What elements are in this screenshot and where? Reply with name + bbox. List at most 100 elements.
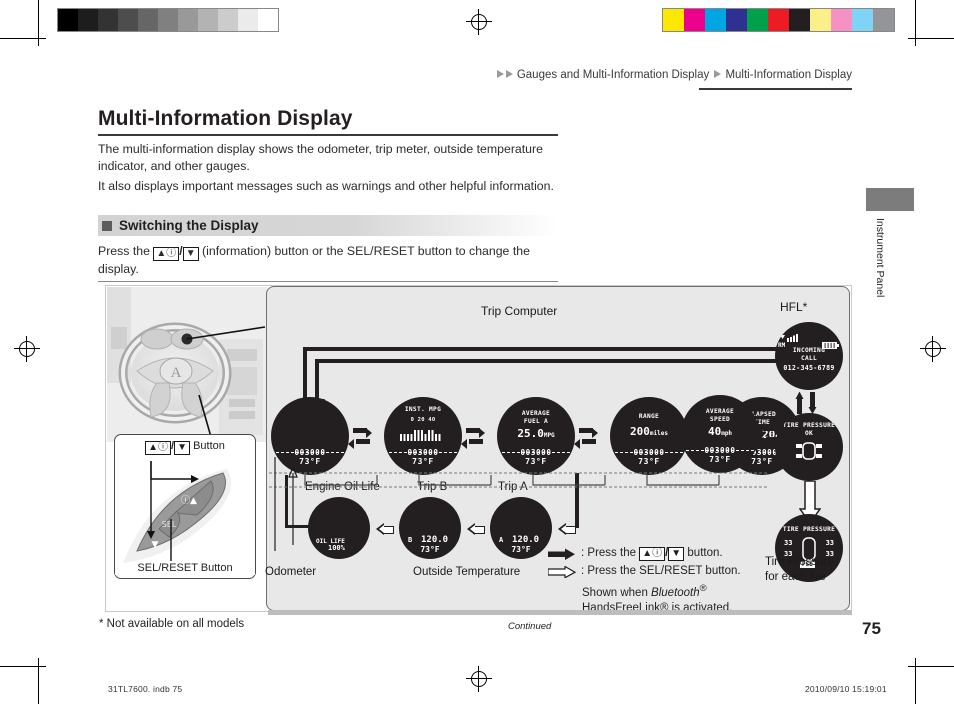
grey-swatch xyxy=(218,9,238,31)
legend-note-sup: ® xyxy=(699,583,707,594)
down-button-glyph: ▼ xyxy=(174,441,190,455)
footnote: * Not available on all models xyxy=(99,618,245,630)
sel-reset-button-caption: SEL/RESET Button xyxy=(137,562,233,574)
odometer-readout: 003000 73°F xyxy=(497,448,575,466)
odometer-readout: 003000 73°F xyxy=(723,448,801,466)
color-swatch xyxy=(747,9,768,31)
inst-mpg-scale: 0 20 40 xyxy=(410,416,436,423)
outside-temp-value: 73°F xyxy=(751,457,773,466)
outside-temp-value: 73°F xyxy=(412,457,434,466)
grey-swatch xyxy=(58,9,78,31)
section-heading-text: Switching the Display xyxy=(119,218,259,233)
grey-swatch xyxy=(78,9,98,31)
figure-shadow xyxy=(268,610,852,615)
color-swatch xyxy=(705,9,726,31)
grey-swatch xyxy=(98,9,118,31)
instruction-prefix: Press the xyxy=(98,244,154,258)
run-footer-left: 31TL7600. indb 75 xyxy=(108,684,183,694)
steering-wheel-illustration: A xyxy=(107,287,267,442)
grey-swatch xyxy=(238,9,258,31)
greyscale-calibration-bar xyxy=(57,8,279,32)
svg-text:A: A xyxy=(171,365,182,381)
solid-arrow-icon xyxy=(548,548,575,560)
odometer-readout: 003000 73°F xyxy=(384,448,462,466)
crop-mark-br-h xyxy=(908,666,954,668)
breadcrumb-item-gauges[interactable]: Gauges and Multi-Information Display xyxy=(517,69,709,81)
continued-label: Continued xyxy=(508,621,552,632)
grey-swatch xyxy=(158,9,178,31)
intro-paragraph-1: The multi-information display shows the … xyxy=(98,142,543,173)
color-swatch xyxy=(663,9,684,31)
outside-temp-value: 73°F xyxy=(299,457,321,466)
info-up-button-glyph: ▲ⓘ xyxy=(153,247,180,261)
color-swatch xyxy=(726,9,747,31)
color-swatch xyxy=(831,9,852,31)
svg-text:ⓘ▲: ⓘ▲ xyxy=(181,495,197,506)
down-button-glyph: ▼ xyxy=(182,247,199,261)
odometer-readout: 003000 73°F xyxy=(610,448,688,466)
chevron-right-icon xyxy=(714,69,722,78)
page-number: 75 xyxy=(862,619,881,638)
elapsed-time-value: 1h 20m xyxy=(742,428,782,441)
button-word: Button xyxy=(193,440,225,452)
elapsed-time-title-line2: TIME xyxy=(753,419,771,426)
odometer-value: 003000 xyxy=(520,448,552,457)
display-odometer: 003000 73°F xyxy=(271,397,349,475)
grey-swatch xyxy=(138,9,158,31)
legend-solid-text: Press the xyxy=(587,547,636,559)
chevron-right-icon xyxy=(496,69,504,78)
registration-mark-left xyxy=(14,336,40,362)
grey-swatch xyxy=(198,9,218,31)
odometer-value: 003000 xyxy=(746,448,778,457)
legend-colon: : xyxy=(581,547,585,559)
crop-mark-br-v xyxy=(915,658,917,704)
legend-solid-suffix: button. xyxy=(687,547,723,559)
hollow-arrow-icon xyxy=(548,565,576,578)
display-range: RANGE 200miles 003000 73°F xyxy=(610,397,688,475)
range-value: 200miles xyxy=(630,424,668,438)
average-fuel-value: 25.0MPG xyxy=(517,427,555,440)
grey-swatch xyxy=(178,9,198,31)
side-tab-label: Instrument Panel xyxy=(874,218,886,298)
svg-text:SEL: SEL xyxy=(162,520,177,529)
color-swatch xyxy=(873,9,894,31)
display-average-fuel: AVERAGE FUEL A 25.0MPG 003000 73°F xyxy=(497,397,575,475)
square-bullet-icon xyxy=(102,220,112,231)
down-button-glyph: ▼ xyxy=(668,546,685,561)
average-fuel-title-line1: AVERAGE xyxy=(521,410,551,417)
outside-temp-value: 73°F xyxy=(638,457,660,466)
title-rule xyxy=(98,134,558,136)
flow-line-top-a xyxy=(303,347,799,351)
average-fuel-title-line2: FUEL A xyxy=(523,418,549,425)
registration-mark-right xyxy=(920,336,946,362)
flow-line-top-b xyxy=(315,359,799,363)
inst-mpg-title: INST. MPG xyxy=(404,405,442,413)
legend-note-bluetooth: Bluetooth xyxy=(651,586,700,599)
registration-mark-top xyxy=(466,9,492,35)
run-footer-right: 2010/09/10 15:19:01 xyxy=(805,684,887,694)
color-swatch xyxy=(852,9,873,31)
info-up-button-glyph: ▲ⓘ xyxy=(145,441,172,455)
info-up-button-glyph: ▲ⓘ xyxy=(639,546,666,561)
button-callout-label: ▲ⓘ / ▼ Button xyxy=(115,440,255,455)
flow-arrow-pair xyxy=(687,426,711,450)
grey-swatch xyxy=(118,9,138,31)
flow-arrow-pair xyxy=(800,426,823,450)
color-calibration-bar xyxy=(662,8,895,32)
flow-arrow-pair xyxy=(348,426,372,450)
trip-computer-label: Trip Computer xyxy=(481,304,558,318)
display-inst-mpg: INST. MPG 0 20 40 003000 73°F xyxy=(384,397,462,475)
color-swatch xyxy=(684,9,705,31)
crop-mark-bl-v xyxy=(38,658,40,704)
elapsed-time-title-line1: ELAPSED xyxy=(747,411,777,418)
legend-row-solid: : Press the ▲ⓘ / ▼ button. xyxy=(548,545,741,562)
page-title: Multi-Information Display xyxy=(98,107,353,130)
breadcrumb: Gauges and Multi-Information Display Mul… xyxy=(490,69,852,81)
display-elapsed-time: ELAPSED TIME 1h 20m 003000 73°F xyxy=(723,397,801,475)
odometer-readout: 003000 73°F xyxy=(271,448,349,466)
registration-mark-bottom xyxy=(466,666,492,692)
crop-mark-bl-h xyxy=(0,666,46,668)
breadcrumb-item-mid[interactable]: Multi-Information Display xyxy=(725,69,852,81)
crop-mark-tl-h xyxy=(0,38,46,40)
odometer-value: 003000 xyxy=(294,448,326,457)
